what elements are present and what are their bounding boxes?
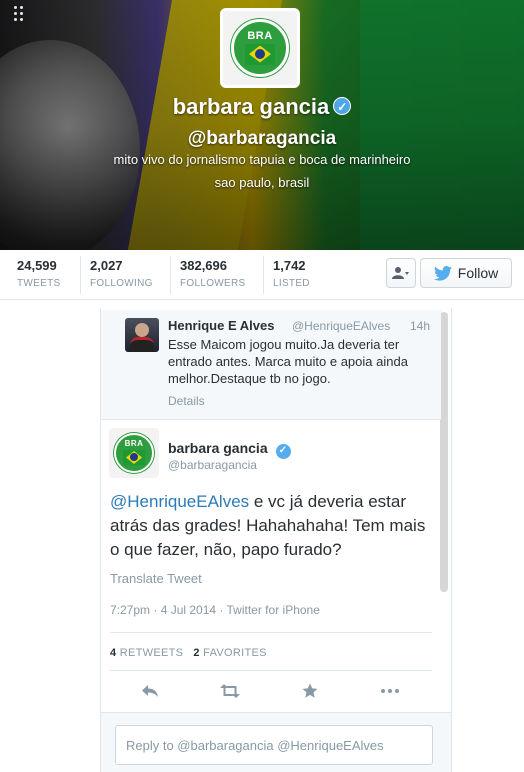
tweet-timestamp[interactable]: 7:27pm · 4 Jul 2014 · Twitter for iPhone bbox=[110, 603, 320, 617]
profile-name[interactable]: barbara gancia bbox=[173, 94, 330, 119]
retweets-count[interactable]: 4 bbox=[110, 647, 116, 659]
profile-name-row: barbara gancia ✓ bbox=[0, 94, 524, 120]
panel-scrollbar[interactable] bbox=[440, 312, 448, 592]
reply-composer: Reply to @barbaragancia @HenriqueEAlves bbox=[101, 712, 451, 772]
prev-tweet-text: Esse Maicom jogou muito.Ja deveria ter e… bbox=[168, 337, 408, 386]
favorite-button[interactable] bbox=[298, 680, 322, 702]
brazil-badge-icon: BRA bbox=[114, 433, 154, 473]
prev-tweet-author-handle[interactable]: @HenriqueEAlves bbox=[292, 319, 390, 333]
stat-listed[interactable]: 1,742 LISTED bbox=[273, 258, 310, 289]
profile-bio: mito vivo do jornalismo tapuia e boca de… bbox=[113, 152, 411, 167]
stat-followers-value: 382,696 bbox=[180, 258, 227, 273]
tweet-mention-link[interactable]: @HenriqueEAlves bbox=[110, 492, 249, 511]
brazil-flag-icon bbox=[245, 43, 275, 65]
stat-divider bbox=[263, 256, 264, 294]
reply-icon bbox=[142, 685, 158, 697]
stat-tweets-value: 24,599 bbox=[17, 258, 57, 273]
brazil-flag-icon bbox=[123, 450, 145, 465]
tweet-author-avatar[interactable]: BRA bbox=[109, 428, 159, 478]
tweet-author-handle[interactable]: @barbaragancia bbox=[168, 458, 257, 472]
tweet-text: @HenriqueEAlves e vc já deveria estar at… bbox=[110, 490, 432, 562]
reply-input[interactable]: Reply to @barbaragancia @HenriqueEAlves bbox=[115, 725, 433, 765]
avatar-badge-text: BRA bbox=[124, 439, 144, 448]
stat-listed-value: 1,742 bbox=[273, 258, 306, 273]
verified-check-icon: ✓ bbox=[275, 444, 291, 459]
retweet-button[interactable] bbox=[218, 680, 242, 702]
user-actions-dropdown-button[interactable] bbox=[386, 258, 416, 288]
avatar[interactable] bbox=[125, 318, 159, 352]
brazil-badge-icon: BRA bbox=[231, 19, 289, 77]
stat-divider bbox=[80, 256, 81, 294]
follow-button[interactable]: Follow bbox=[420, 258, 512, 288]
star-icon bbox=[302, 683, 318, 698]
stat-tweets-label: TWEETS bbox=[17, 278, 61, 289]
user-dropdown-icon bbox=[392, 267, 409, 279]
stat-followers[interactable]: 382,696 FOLLOWERS bbox=[180, 258, 246, 289]
tweet-stats: 4 RETWEETS 2 FAVORITES bbox=[110, 647, 267, 659]
translate-tweet-link[interactable]: Translate Tweet bbox=[110, 571, 202, 586]
more-options-button[interactable] bbox=[378, 680, 402, 702]
verified-check-icon: ✓ bbox=[333, 97, 352, 115]
favorites-label[interactable]: FAVORITES bbox=[203, 647, 267, 659]
follow-button-label: Follow bbox=[457, 265, 499, 281]
stat-following-value: 2,027 bbox=[90, 258, 123, 273]
avatar-badge-text: BRA bbox=[247, 29, 273, 42]
profile-header-banner: BRA barbara gancia ✓ @barbaragancia mito … bbox=[0, 0, 524, 250]
profile-handle[interactable]: @barbaragancia bbox=[0, 128, 524, 150]
retweet-icon bbox=[220, 684, 240, 698]
twitter-bird-icon bbox=[433, 265, 452, 281]
prev-tweet-time[interactable]: 14h bbox=[410, 319, 430, 333]
profile-avatar[interactable]: BRA bbox=[220, 8, 300, 88]
stat-tweets[interactable]: 24,599 TWEETS bbox=[17, 258, 60, 289]
stat-divider bbox=[170, 256, 171, 294]
tweet-author-name-row: barbara gancia ✓ bbox=[168, 440, 291, 459]
stat-following[interactable]: 2,027 FOLLOWING bbox=[90, 258, 153, 289]
favorites-count[interactable]: 2 bbox=[193, 647, 199, 659]
reply-button[interactable] bbox=[138, 680, 162, 702]
stat-followers-label: FOLLOWERS bbox=[180, 278, 246, 289]
divider bbox=[110, 670, 432, 671]
more-dots-icon bbox=[381, 689, 399, 693]
prev-tweet-author-name[interactable]: Henrique E Alves bbox=[168, 318, 274, 333]
grid-menu-icon[interactable] bbox=[14, 6, 28, 24]
retweets-label[interactable]: RETWEETS bbox=[120, 647, 184, 659]
stat-listed-label: LISTED bbox=[273, 278, 310, 289]
divider bbox=[110, 632, 432, 633]
profile-location: sao paulo, brasil bbox=[214, 175, 310, 190]
tweet-author-name[interactable]: barbara gancia bbox=[168, 440, 268, 456]
tweet-actions bbox=[110, 680, 432, 702]
stat-following-label: FOLLOWING bbox=[90, 278, 153, 289]
prev-tweet-details-link[interactable]: Details bbox=[168, 394, 205, 408]
in-reply-to-tweet[interactable]: Henrique E Alves @HenriqueEAlves 14h Ess… bbox=[101, 310, 441, 420]
